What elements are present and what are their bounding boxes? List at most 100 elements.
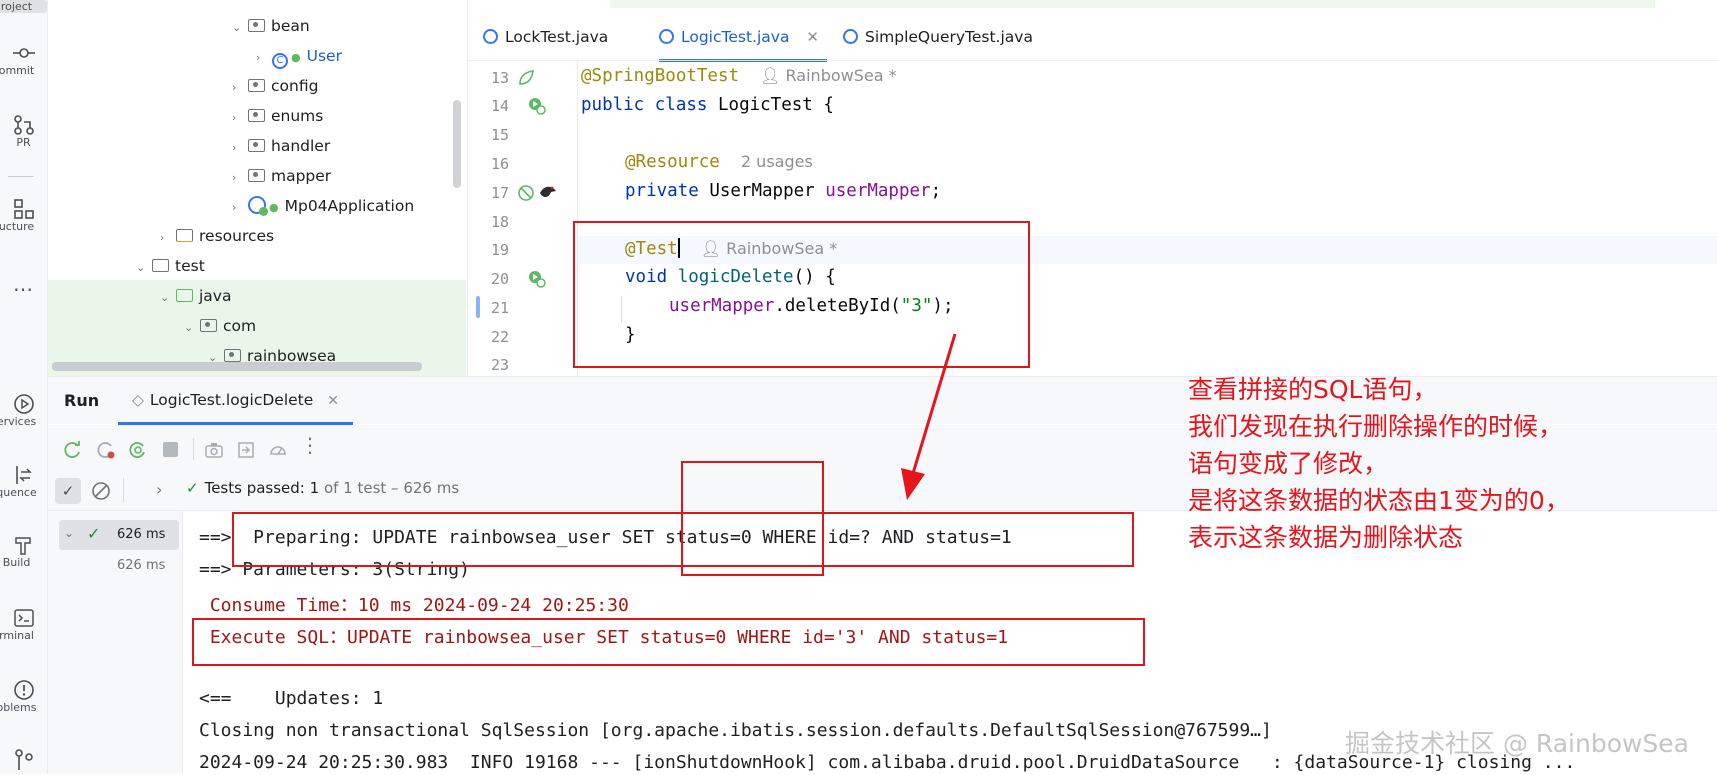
tree-item-bean[interactable]: ⌄ bean [232, 12, 310, 40]
sequence-icon [15, 466, 32, 484]
line-number: 16 [490, 155, 509, 173]
test-tree-row-selected[interactable]: ⌄ ✓ 626 ms [59, 520, 179, 550]
code-line-13: @SpringBootTest 👤︎ RainbowSea * [581, 66, 897, 86]
tree-item-label: handler [271, 137, 331, 155]
tool-git[interactable] [0, 748, 47, 770]
highlight-box-execute-sql [192, 618, 1145, 666]
type-name: UserMapper [709, 181, 815, 201]
more-tools-icon[interactable]: … [0, 272, 47, 296]
tree-vertical-scrollbar[interactable] [453, 100, 461, 188]
tab-simplequerytest[interactable]: SimpleQueryTest.java [843, 15, 1033, 59]
class-icon: C [272, 53, 288, 69]
package-icon [248, 19, 265, 32]
hammer-icon [14, 537, 31, 555]
tool-project-label: roject [0, 0, 47, 13]
autowire-icon[interactable] [516, 183, 536, 203]
tree-item-mp04application[interactable]: › ● Mp04Application [232, 192, 414, 220]
show-ignored-icon[interactable] [90, 480, 112, 502]
coverage-icon[interactable] [268, 440, 288, 460]
stop-icon[interactable] [163, 442, 178, 457]
tab-logictest[interactable]: LogicTest.java ✕ [659, 15, 827, 62]
tool-problems[interactable]: oblems [0, 679, 47, 714]
tree-item-java[interactable]: ⌄ java [160, 282, 231, 310]
tree-item-test[interactable]: ⌄ test [136, 252, 205, 280]
tree-item-resources[interactable]: › resources [160, 222, 274, 250]
package-icon [248, 139, 265, 152]
mybatis-bird-icon[interactable] [538, 183, 558, 201]
line-number: 15 [490, 126, 509, 144]
tool-sequence[interactable]: quence [0, 464, 47, 499]
tab-label: LockTest.java [505, 28, 609, 46]
import-tests-icon[interactable] [236, 440, 256, 460]
keyword: class [654, 95, 708, 115]
spring-bean-icon[interactable] [517, 69, 535, 87]
tab-locktest[interactable]: LockTest.java [483, 15, 608, 59]
class-icon [659, 29, 674, 44]
keyword: private [625, 181, 699, 201]
tool-build[interactable]: Build [0, 534, 47, 569]
run-title: Run [64, 391, 100, 410]
tab-label: SimpleQueryTest.java [865, 28, 1033, 46]
keyword: public [581, 95, 645, 115]
chevron-right-icon[interactable]: › [156, 480, 162, 499]
tree-item-label: test [175, 257, 205, 275]
tool-terminal[interactable]: rminal [0, 607, 47, 642]
code-line-16: @Resource 2 usages [625, 152, 813, 172]
line-number: 21 [490, 299, 509, 317]
annotation-note-line: 语句变成了修改， [1188, 449, 1389, 478]
package-icon [200, 319, 217, 332]
tool-structure[interactable]: ucture [0, 198, 47, 233]
tree-item-label: bean [271, 17, 310, 35]
toolbar-separator [193, 438, 194, 460]
code-line-17: private UserMapper userMapper; [625, 181, 941, 201]
author-hint[interactable]: 👤︎ RainbowSea * [760, 66, 896, 85]
field-name: userMapper [825, 181, 931, 201]
tree-item-mapper[interactable]: › mapper [232, 162, 331, 190]
tool-commit[interactable]: ommit [0, 42, 47, 77]
run-config-label: LogicTest.logicDelete [149, 391, 314, 409]
check-icon: ✓ [87, 524, 101, 543]
test-duration: 626 ms [117, 558, 166, 573]
line-number: 14 [490, 97, 509, 115]
tree-item-com[interactable]: ⌄ com [184, 312, 256, 340]
rerun-icon[interactable] [63, 440, 83, 460]
close-icon[interactable]: ✕ [806, 28, 819, 46]
lock-icon: ● [291, 51, 301, 64]
tool-services[interactable]: ervices [0, 393, 47, 428]
tree-item-enums[interactable]: › enums [232, 102, 323, 130]
tree-item-user[interactable]: › C ● User [256, 42, 342, 70]
line-number: 17 [490, 184, 509, 202]
status-count: 1 [309, 479, 320, 497]
toggle-auto-test-icon[interactable] [128, 440, 148, 460]
run-config-tab[interactable]: ◇ LogicTest.logicDelete ✕ [118, 377, 354, 425]
tree-item-label: User [306, 47, 342, 65]
tool-pr[interactable]: PR [0, 114, 47, 149]
show-passed-toggle[interactable]: ✓ [55, 478, 81, 504]
chevron-down-icon: ⌄ [136, 261, 146, 274]
line-number: 20 [490, 270, 509, 288]
rerun-failed-icon[interactable] [96, 440, 116, 460]
tree-item-handler[interactable]: › handler [232, 132, 330, 160]
chevron-right-icon: › [232, 171, 237, 184]
tool-structure-label: ucture [0, 220, 35, 233]
tool-commit-label: ommit [0, 64, 35, 77]
tool-project[interactable]: roject [0, 0, 47, 13]
chevron-down-icon: ⌄ [64, 526, 75, 540]
annotation-note-line: 查看拼接的SQL语句， [1188, 375, 1438, 404]
run-test-icon[interactable] [527, 269, 547, 289]
close-icon[interactable]: ✕ [327, 393, 339, 409]
class-name: LogicTest { [718, 95, 834, 115]
tool-sequence-label: quence [0, 486, 37, 499]
pull-request-icon [13, 115, 34, 135]
tree-item-config[interactable]: › config [232, 72, 318, 100]
annotation-arrow [901, 333, 957, 500]
annotation-note-line: 我们发现在执行删除操作的时候， [1188, 412, 1564, 441]
more-options-icon[interactable]: ⋮ [300, 433, 320, 457]
test-results-tree: ⌄ ✓ 626 ms 626 ms [48, 511, 183, 774]
run-test-icon[interactable] [527, 96, 547, 116]
camera-icon[interactable] [204, 440, 224, 460]
status-prefix: Tests passed: [204, 479, 310, 497]
usages-hint[interactable]: 2 usages [741, 152, 813, 171]
chevron-right-icon: › [232, 141, 237, 154]
tree-horizontal-scrollbar[interactable] [52, 362, 422, 371]
